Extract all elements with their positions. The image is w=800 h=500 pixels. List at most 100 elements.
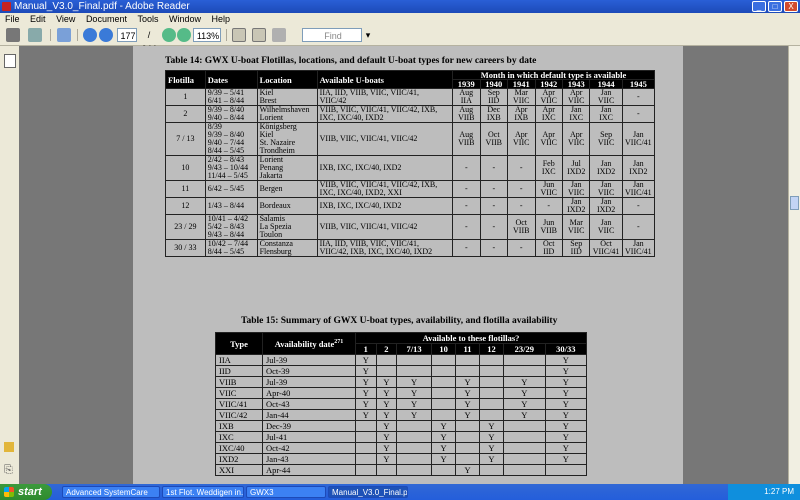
t15-cell-mark [455, 442, 480, 454]
zoom-out-icon[interactable] [162, 28, 176, 42]
task-adobe-reader[interactable]: Manual_V3.0_Final.p... [328, 486, 408, 498]
t14-year-1945: 1945 [621, 79, 656, 89]
start-button[interactable]: start [0, 484, 52, 500]
t14-cell-month: Jan IXC [589, 105, 623, 123]
t15-cell-mark: Y [455, 398, 480, 410]
fit-page-icon[interactable] [232, 28, 246, 42]
scrollbar-thumb[interactable] [790, 196, 799, 210]
t15-cell-mark [503, 453, 546, 465]
email-icon[interactable] [28, 28, 42, 42]
zoom-in-icon[interactable] [177, 28, 191, 42]
page-total: / 644 [141, 30, 156, 54]
t14-cell-boats: VIIB, VIIC, VIIC/41, VIIC/42, IXB, IXC, … [316, 180, 454, 198]
t15-cell-mark: Y [544, 420, 588, 432]
t15-cell-mark: Y [455, 464, 480, 476]
menu-window[interactable]: Window [169, 14, 201, 24]
vertical-scrollbar[interactable] [788, 46, 800, 484]
t14-cell-dates: 9/39 – 8/40 9/40 – 8/44 [204, 105, 258, 123]
t14-cell-flotilla: 1 [165, 88, 206, 106]
document-view[interactable]: Table 14: GWX U-boat Flotillas, location… [19, 46, 789, 484]
t15-cell-date: Dec-39 [262, 420, 356, 432]
t14-cell-month: - [452, 180, 481, 198]
task-weddigen[interactable]: 1st Flot. Weddigen in... [162, 486, 244, 498]
comments-icon[interactable] [4, 442, 14, 452]
menu-edit[interactable]: Edit [30, 14, 46, 24]
pages-icon[interactable] [4, 54, 16, 68]
t15-cell-date: Jan-44 [262, 409, 356, 421]
t14-cell-month: - [621, 88, 656, 106]
t15-cell-mark: Y [375, 409, 398, 421]
t15-cell-mark [375, 365, 398, 377]
minimize-button[interactable]: _ [752, 1, 766, 12]
page-number-input[interactable]: 177 [117, 28, 137, 42]
t15-cell-mark: Y [503, 376, 546, 388]
t15-cell-mark: Y [430, 431, 457, 443]
t14-cell-month: Jan VIIC [589, 88, 623, 106]
table14-caption: Table 14: GWX U-boat Flotillas, location… [165, 56, 537, 66]
reading-mode-icon[interactable] [272, 28, 286, 42]
t14-cell-month: Sep IID [479, 88, 509, 106]
t15-cell-date: Oct-42 [262, 442, 356, 454]
t14-cell-month: Sep IID [561, 239, 591, 257]
task-gwx3[interactable]: GWX3 [246, 486, 326, 498]
table-row: IID Oct-39 Y Y [215, 365, 588, 377]
t14-cell-location: Wilhelmshaven Lorient [256, 105, 318, 123]
print-icon[interactable] [6, 28, 20, 42]
t14-cell-location: Salamis La Spezia Toulon [256, 214, 318, 240]
find-dropdown-icon[interactable]: ▾ [364, 28, 372, 42]
t15-cell-date: Jul-41 [262, 431, 356, 443]
t14-cell-month: Jul IXD2 [561, 155, 591, 181]
menu-file[interactable]: File [5, 14, 20, 24]
t15-cell-mark [430, 365, 457, 377]
t14-cell-dates: 8/39 9/39 – 8/40 9/40 – 7/44 8/44 – 5/45 [204, 122, 258, 156]
menu-tools[interactable]: Tools [137, 14, 158, 24]
t14-cell-month: Jan IXC [561, 105, 591, 123]
t14-cell-month: - [621, 214, 656, 240]
t15-cell-mark: Y [396, 387, 432, 399]
table-row: VIIC/42 Jan-44 Y Y Y Y Y Y [215, 409, 588, 421]
t15-cell-type: IXC/40 [215, 442, 263, 454]
t15-cell-mark: Y [544, 376, 588, 388]
t15-cell-date: Oct-43 [262, 398, 356, 410]
t14-cell-dates: 1/43 – 8/44 [204, 197, 258, 215]
t14-cell-month: Apr VIIC [534, 88, 563, 106]
previous-page-icon[interactable] [83, 28, 97, 42]
table-row: VIIB Jul-39 Y Y Y Y Y Y [215, 376, 588, 388]
t14-cell-month: - [507, 180, 536, 198]
fit-width-icon[interactable] [252, 28, 266, 42]
t15-cell-mark: Y [355, 387, 377, 399]
t15-header-flotillas: Available to these flotillas? [355, 332, 587, 344]
menu-document[interactable]: Document [86, 14, 127, 24]
t14-cell-month: Jan VIIC/41 [621, 180, 656, 198]
t15-flotilla-header: 23/29 [503, 343, 546, 355]
t14-cell-location: Königsberg Kiel St. Nazaire Trondheim [256, 122, 318, 156]
t15-cell-mark: Y [503, 398, 546, 410]
zoom-level-input[interactable]: 113% [193, 28, 221, 42]
t14-cell-location: Constanza Flensburg [256, 239, 318, 257]
find-input[interactable]: Find [302, 28, 362, 42]
table-row: IIA Jul-39 Y Y [215, 354, 588, 366]
t14-cell-month: Apr VIIC [561, 122, 591, 156]
table15-caption: Table 15: Summary of GWX U-boat types, a… [241, 316, 558, 326]
hand-tool-icon[interactable] [57, 28, 71, 42]
t15-cell-mark: Y [375, 398, 398, 410]
task-advanced-systemcare[interactable]: Advanced SystemCare [62, 486, 160, 498]
maximize-button[interactable]: □ [768, 1, 782, 12]
t15-cell-mark [375, 464, 398, 476]
t15-cell-mark [455, 420, 480, 432]
t14-cell-month: - [452, 155, 481, 181]
t15-cell-mark [396, 431, 432, 443]
t15-cell-mark [430, 464, 457, 476]
t14-cell-dates: 10/42 – 7/44 8/44 – 5/45 [204, 239, 258, 257]
t15-cell-mark: Y [544, 387, 588, 399]
menu-view[interactable]: View [56, 14, 75, 24]
t15-cell-mark [478, 464, 505, 476]
next-page-icon[interactable] [99, 28, 113, 42]
t15-cell-mark: Y [544, 453, 588, 465]
close-button[interactable]: X [784, 1, 798, 12]
t14-cell-flotilla: 11 [165, 180, 206, 198]
menu-help[interactable]: Help [212, 14, 231, 24]
attachments-icon[interactable]: ⎘ [4, 464, 14, 476]
t15-cell-mark [396, 354, 432, 366]
t15-cell-mark [396, 365, 432, 377]
